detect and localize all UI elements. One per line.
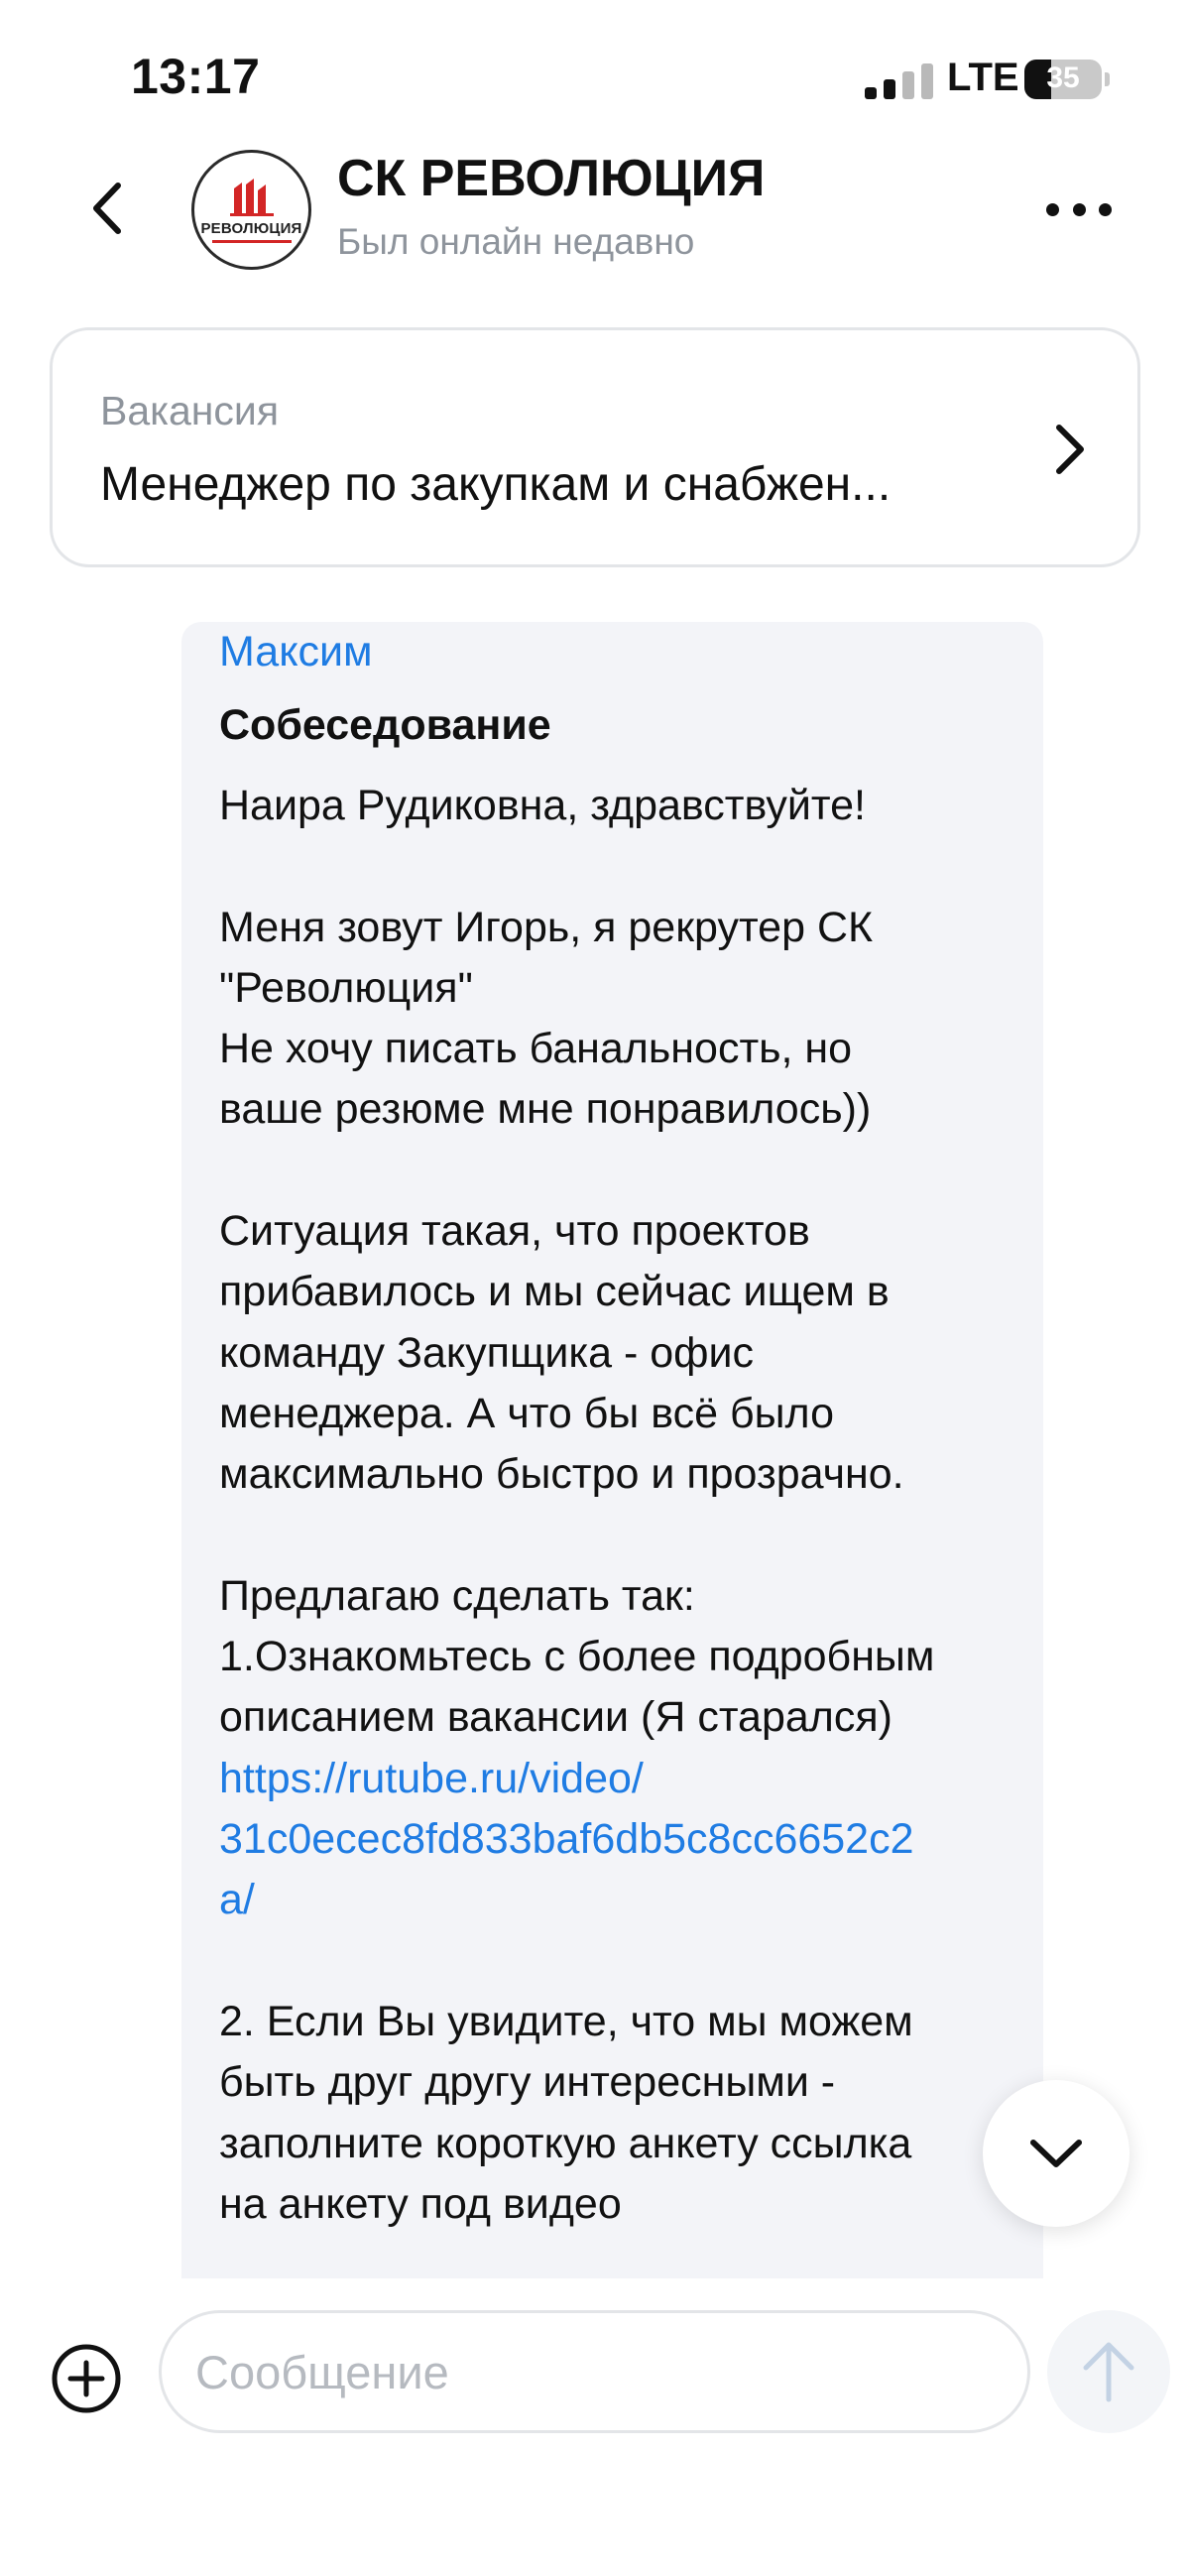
scroll-down-button[interactable]	[983, 2080, 1130, 2227]
chevron-left-icon	[93, 183, 121, 234]
message-line: прибавилось и мы сейчас ищем в	[219, 1268, 890, 1316]
message-line: описанием вакансии (Я старался)	[219, 1693, 892, 1742]
message-line: Не хочу писать банальность, но	[219, 1025, 853, 1073]
message-line: "Революция"	[219, 963, 473, 1012]
message-line: Ситуация такая, что проектов	[219, 1207, 810, 1256]
chevron-right-icon	[1056, 425, 1084, 474]
message-line: 1.Ознакомьтесь с более подробным	[219, 1633, 935, 1681]
message-body: Наира Рудиковна, здравствуйте! Меня зовут…	[219, 776, 1032, 2235]
message-input[interactable]	[159, 2310, 1030, 2433]
avatar[interactable]: РЕВОЛЮЦИЯ	[191, 150, 311, 270]
chat-title[interactable]: СК РЕВОЛЮЦИЯ	[337, 149, 765, 208]
message-link-line[interactable]: 31c0ecec8fd833baf6db5c8cc6652c2	[219, 1809, 1032, 1870]
send-button[interactable]	[1047, 2310, 1170, 2433]
more-button[interactable]	[1046, 194, 1112, 224]
plus-circle-icon[interactable]	[51, 2343, 122, 2414]
vacancy-title: Менеджер по закупкам и снабжен...	[100, 458, 892, 511]
message-line: Наира Рудиковна, здравствуйте!	[219, 782, 866, 829]
arrow-up-icon	[1083, 2342, 1134, 2402]
more-dots-icon	[1046, 202, 1059, 216]
message-line: быть друг другу интересными -	[219, 2058, 836, 2107]
logo-text: РЕВОЛЮЦИЯ	[200, 220, 302, 237]
message-line: Меня зовут Игорь, я рекрутер СК	[219, 903, 874, 951]
message-line: ваше резюме мне понравилось))	[219, 1085, 872, 1134]
message-line: Предлагаю сделать так:	[219, 1571, 695, 1620]
message-line: менеджера. А что бы всё было	[219, 1389, 835, 1437]
chat-screen: 13:17 LTE 35 РЕВОЛЮЦИЯ СК РЕВОЛЮЦИЯ Был …	[0, 0, 1190, 2576]
signal-icon	[865, 63, 934, 99]
message-subject: Собеседование	[219, 701, 551, 749]
message-line: 2. Если Вы увидите, что мы можем	[219, 1997, 913, 2045]
chevron-down-icon	[1030, 2140, 1082, 2167]
message-line: максимально быстро и прозрачно.	[219, 1450, 904, 1499]
company-logo-icon	[229, 179, 274, 216]
network-type: LTE	[947, 56, 1019, 99]
message-line: команду Закупщика - офис	[219, 1328, 755, 1377]
chat-subtitle: Был онлайн недавно	[337, 221, 695, 262]
message-link-line[interactable]: https://rutube.ru/video/	[219, 1749, 1032, 1809]
message-line: заполните короткую анкету ссылка	[219, 2119, 912, 2167]
battery-percent: 35	[1046, 61, 1080, 94]
vacancy-card[interactable]: Вакансия Менеджер по закупкам и снабжен.…	[50, 327, 1140, 567]
status-time: 13:17	[131, 49, 261, 104]
message-link-line[interactable]: a/	[219, 1870, 1032, 1930]
battery-icon: 35	[1024, 60, 1110, 99]
message-composer	[0, 2278, 1190, 2576]
message-bubble: Максим Собеседование Наира Рудиковна, зд…	[181, 622, 1043, 2278]
vacancy-label: Вакансия	[100, 388, 280, 433]
message-sender[interactable]: Максим	[219, 628, 373, 676]
message-line: на анкету под видео	[219, 2179, 622, 2228]
back-button[interactable]	[77, 179, 137, 238]
